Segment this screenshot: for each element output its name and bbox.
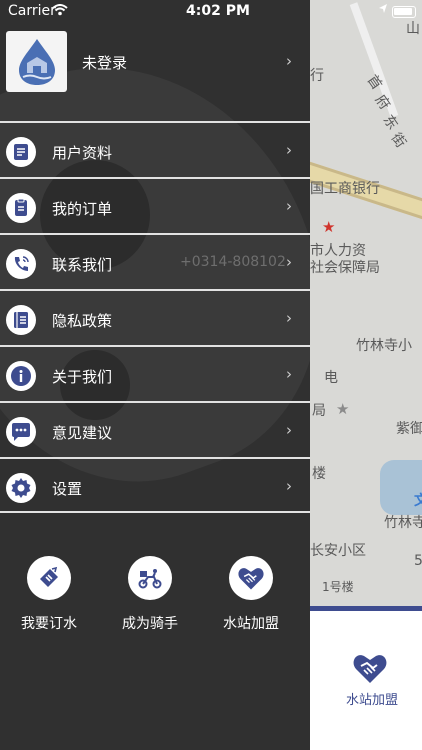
chevron-right-icon: › [286,365,292,383]
status-time: 4:02 PM [186,3,250,19]
map-label: 街 [387,130,409,151]
map-label: 长安小区 [310,543,366,559]
handshake-icon[interactable] [352,651,388,685]
map-view[interactable]: 行 首 府 东 街 国工商银行 ★ 市人力资 社会保障局 竹林寺小 电 局 ★ … [310,0,422,750]
handshake-icon [229,556,273,600]
menu-item-settings[interactable]: 设置 › [0,457,310,513]
map-label: 楼 [312,466,326,482]
quick-action-label: 成为骑手 [122,616,178,632]
map-poi-icon: ★ [336,400,350,418]
phone-icon [6,249,36,279]
menu-item-label: 隐私政策 [52,312,113,330]
chevron-right-icon: › [286,477,292,495]
feedback-icon [6,417,36,447]
map-label: 文 [414,493,422,509]
menu-item-contact-us[interactable]: 联系我们 +0314-808102 › [0,233,310,289]
avatar[interactable] [6,31,67,92]
profile-header[interactable]: 未登录 › [0,24,310,120]
menu-item-privacy-policy[interactable]: 隐私政策 › [0,289,310,345]
map-label: 紫御 [396,421,422,437]
chevron-right-icon: › [286,309,292,327]
info-icon [6,361,36,391]
map-label: 5 [414,553,422,569]
menu-item-label: 我的订单 [52,200,113,218]
menu-item-my-orders[interactable]: 我的订单 › [0,177,310,233]
carrier-label: Carrier [8,3,56,19]
drawer-menu: 用户资料 › 我的订单 › 联系我们 +0314-808102 › 隐私政策 › [0,121,310,513]
quick-action-label: 水站加盟 [223,616,279,632]
login-status-text: 未登录 [82,54,128,72]
chevron-right-icon: › [286,141,292,159]
water-station-join-button[interactable]: 水站加盟 [206,556,296,633]
status-bar: Carrier 4:02 PM [0,0,422,24]
map-label: 竹林寺小 [356,338,412,354]
menu-item-label: 设置 [52,480,83,498]
order-water-button[interactable]: 我要订水 [4,556,94,633]
wifi-icon [52,4,68,20]
map-label: 社会保障局 [310,260,380,276]
contact-phone-number: +0314-808102 [180,254,286,270]
quick-action-label: 我要订水 [21,616,77,632]
menu-item-label: 用户资料 [52,144,113,162]
map-label: 电 [324,370,338,386]
menu-item-about-us[interactable]: 关于我们 › [0,345,310,401]
gear-icon [6,473,36,503]
menu-item-feedback[interactable]: 意见建议 › [0,401,310,457]
side-drawer: 未登录 › 用户资料 › 我的订单 › 联系我们 +0314-808102 › [0,0,310,750]
map-label: 局 [312,403,326,419]
battery-icon [392,6,416,18]
order-icon [6,193,36,223]
map-label: 1号楼 [322,580,354,594]
privacy-icon [6,305,36,335]
chevron-right-icon: › [286,197,292,215]
map-label: 国工商银行 [310,181,380,197]
bottom-tab-bar: 水站加盟 [310,606,422,750]
menu-item-label: 意见建议 [52,424,113,442]
chevron-right-icon: › [286,421,292,439]
map-label: 行 [310,68,324,84]
location-arrow-icon [378,3,388,19]
order-water-icon [27,556,71,600]
map-marker-icon[interactable]: ★ [322,218,335,236]
map-label: 竹林寺 [384,515,422,531]
user-profile-icon [6,137,36,167]
become-rider-button[interactable]: 成为骑手 [105,556,195,633]
rider-icon [128,556,172,600]
water-drop-logo-icon [18,38,55,85]
menu-item-label: 联系我们 [52,256,113,274]
menu-item-user-profile[interactable]: 用户资料 › [0,121,310,177]
menu-item-label: 关于我们 [52,368,113,386]
chevron-right-icon: › [286,52,292,70]
tab-water-station-join[interactable]: 水站加盟 [346,689,398,708]
chevron-right-icon: › [286,253,292,271]
quick-actions: 我要订水 成为骑手 水站加盟 [0,556,310,646]
